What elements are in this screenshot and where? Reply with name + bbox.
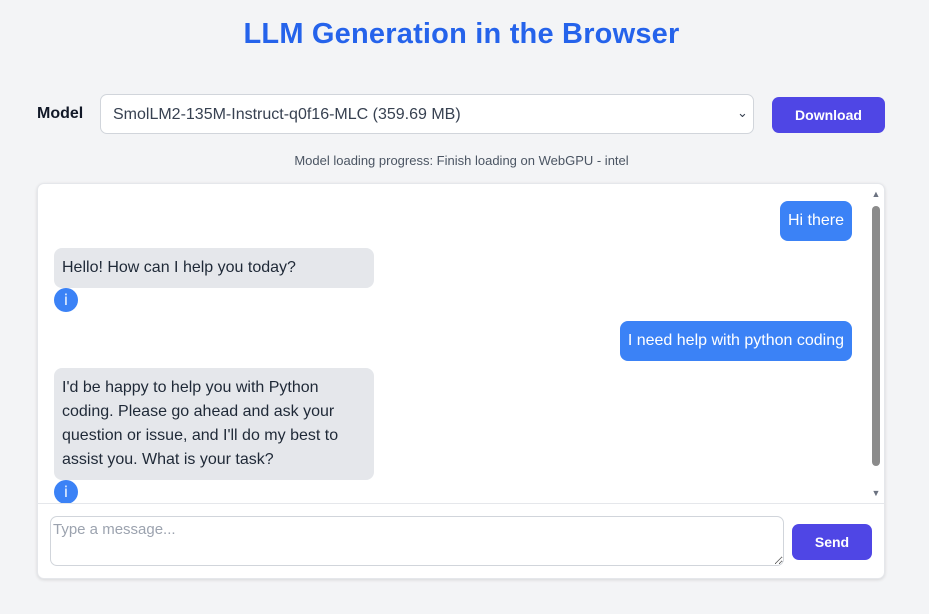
model-label: Model [37,105,84,122]
info-icon[interactable]: i [54,480,78,504]
scroll-up-arrow-icon[interactable]: ▲ [871,189,881,199]
model-select[interactable]: SmolLM2-135M-Instruct-q0f16-MLC (359.69 … [100,94,754,134]
user-message: I need help with python coding [619,321,852,361]
chat-scrollbar[interactable]: ▲ ▼ [871,189,881,499]
download-button[interactable]: Download [772,97,885,133]
scrollbar-thumb[interactable] [872,206,880,466]
send-button[interactable]: Send [792,524,872,560]
message-input[interactable] [50,516,784,566]
message-list[interactable]: Hi there Hello! How can I help you today… [38,184,884,504]
model-loading-progress: Model loading progress: Finish loading o… [294,153,629,168]
composer: Send [38,503,884,578]
page-title: LLM Generation in the Browser [243,18,680,50]
scroll-down-arrow-icon[interactable]: ▼ [871,488,881,498]
chat-panel: Hi there Hello! How can I help you today… [37,183,885,579]
assistant-message: I'd be happy to help you with Python cod… [54,368,374,480]
info-icon[interactable]: i [54,288,78,312]
model-row: Model SmolLM2-135M-Instruct-q0f16-MLC (3… [37,94,885,136]
user-message: Hi there [779,201,852,241]
assistant-message: Hello! How can I help you today? [54,248,374,288]
